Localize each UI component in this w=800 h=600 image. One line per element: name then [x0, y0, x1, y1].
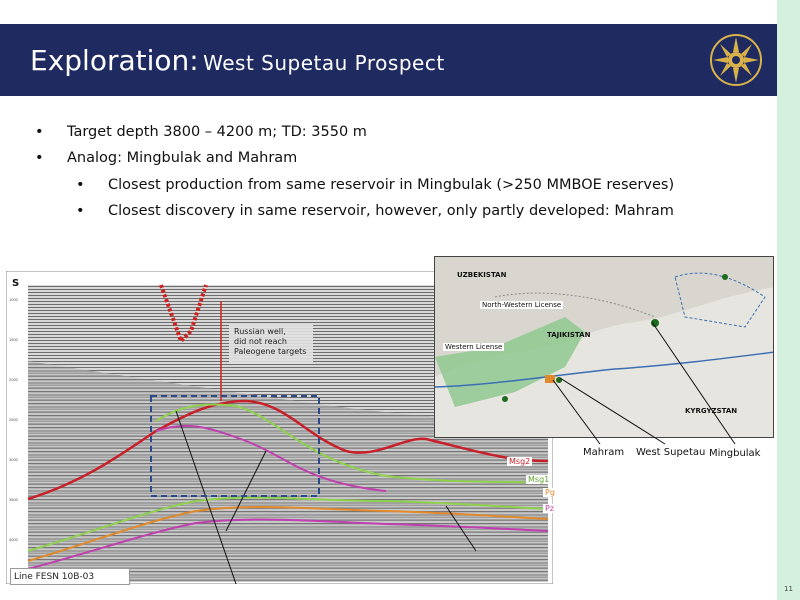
svg-text:4000: 4000	[9, 537, 19, 542]
svg-text:3500: 3500	[9, 497, 19, 502]
horizon-label-pg: Pg	[543, 488, 557, 497]
callout-west-supetau: West Supetau	[636, 447, 706, 458]
bullet-text: Closest production from same reservoir i…	[108, 177, 675, 193]
bullet-marker: •	[35, 150, 44, 166]
bullet-marker: •	[35, 124, 44, 140]
svg-text:1500: 1500	[9, 337, 19, 342]
map-label-tajikistan: TAJIKISTAN	[547, 331, 591, 339]
svg-text:3000: 3000	[9, 457, 19, 462]
sunburst-logo-icon	[710, 34, 762, 86]
callout-mahram: Mahram	[583, 447, 625, 458]
bullet-marker: •	[76, 203, 85, 219]
location-map: UZBEKISTAN TAJIKISTAN KYRGYZSTAN North-W…	[434, 256, 774, 438]
slide-header: Exploration: West Supetau Prospect	[0, 24, 777, 96]
bullet-marker: •	[76, 177, 85, 193]
svg-text:1000: 1000	[9, 297, 19, 302]
title-sub: West Supetau Prospect	[203, 51, 445, 75]
callout-mingbulak: Mingbulak	[709, 448, 761, 459]
horizon-label-msg2: Msg2	[507, 457, 533, 466]
page-number: 11	[784, 585, 793, 593]
map-label-nw-license: North-Western License	[480, 301, 564, 309]
svg-text:2500: 2500	[9, 417, 19, 422]
seismic-corner-label: S	[12, 278, 20, 289]
bullet-text: Target depth 3800 – 4200 m; TD: 3550 m	[67, 124, 367, 140]
map-label-kyrgyzstan: KYRGYZSTAN	[685, 407, 738, 415]
bullet-text: Closest discovery in same reservoir, how…	[108, 203, 674, 219]
title-main: Exploration:	[30, 44, 199, 77]
russian-well-annotation: Russian well, did not reach Paleogene ta…	[229, 324, 313, 364]
annotation-text: Russian well, did not reach Paleogene ta…	[234, 327, 307, 356]
bullet-text: Analog: Mingbulak and Mahram	[67, 150, 298, 166]
slide-title: Exploration: West Supetau Prospect	[30, 44, 445, 77]
seismic-line-label: Line FESN 10B-03	[10, 568, 130, 585]
map-label-western-license: Western License	[443, 343, 505, 351]
horizon-label-pz: Pz	[543, 504, 557, 513]
map-label-uzbekistan: UZBEKISTAN	[457, 271, 507, 279]
svg-text:2000: 2000	[9, 377, 19, 382]
horizon-label-msg1: Msg1	[526, 475, 552, 484]
side-accent-bar	[777, 0, 800, 600]
